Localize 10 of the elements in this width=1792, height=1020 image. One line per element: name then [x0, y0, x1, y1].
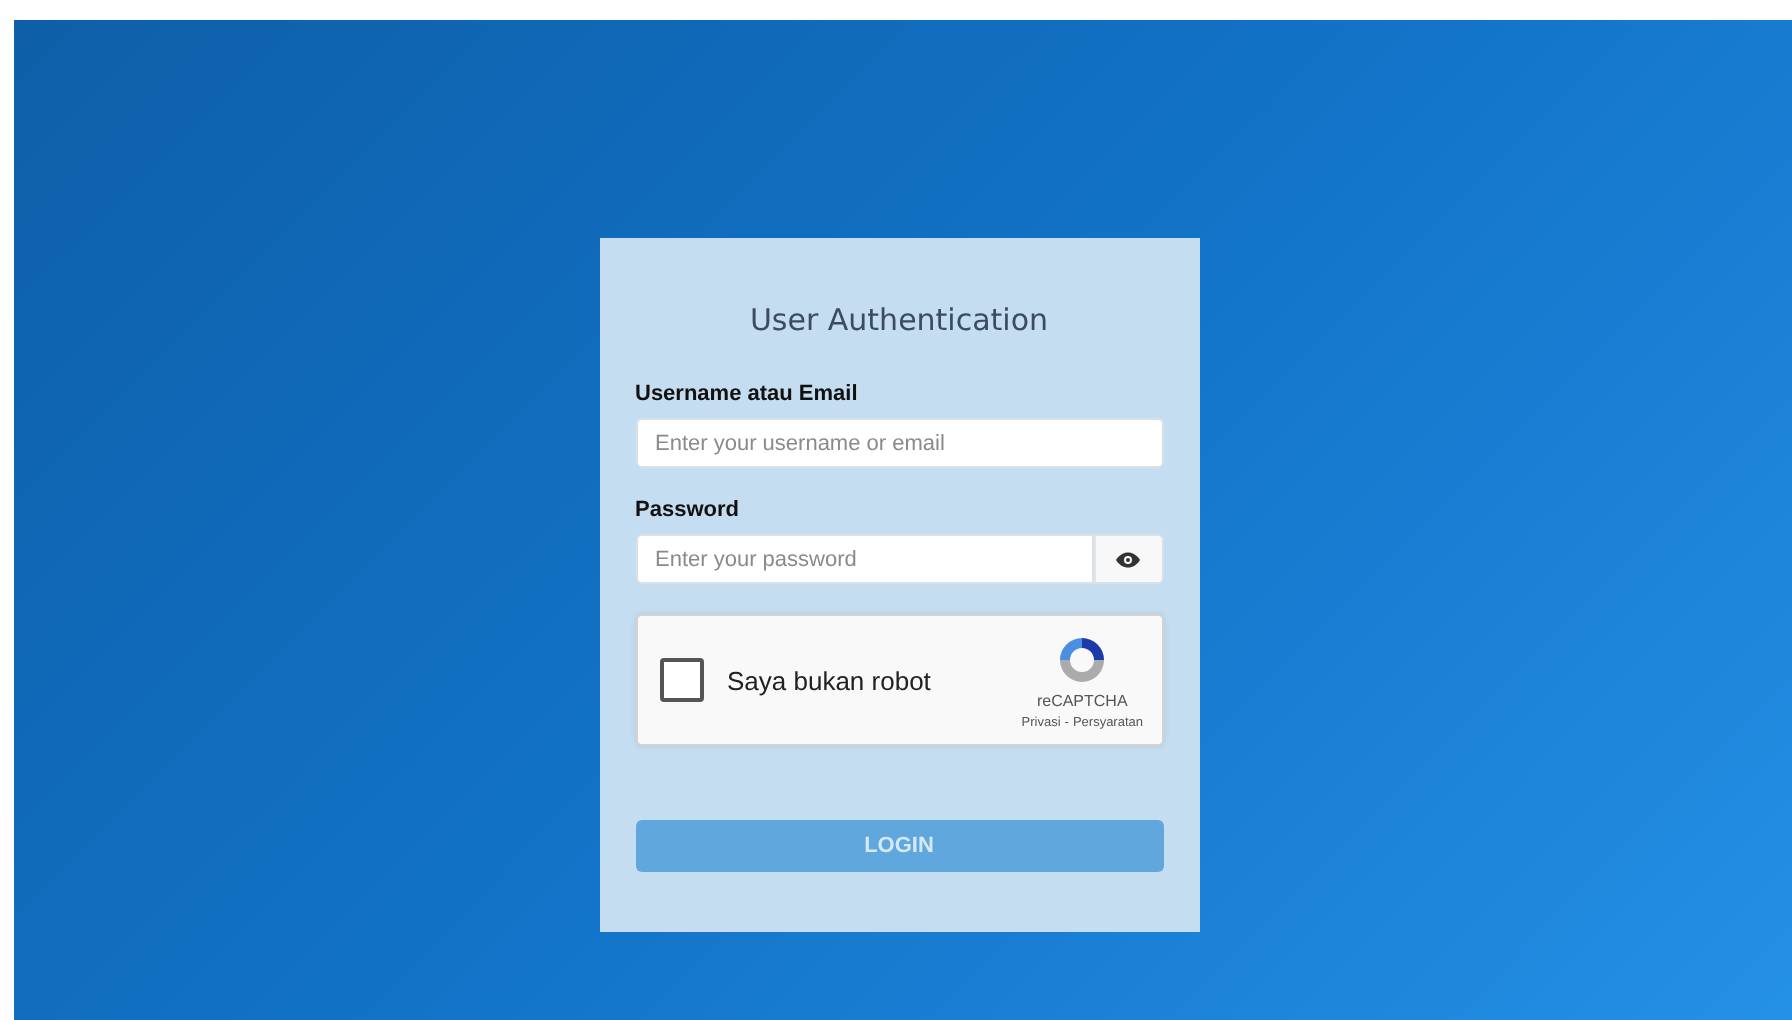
field-label: Password [635, 498, 741, 522]
recaptcha-brand: reCAPTCHA [1036, 691, 1128, 709]
card-title: User Authentication [747, 302, 1051, 338]
captcha-label: Saya bukan robot [727, 665, 933, 695]
captcha-checkbox[interactable] [659, 658, 703, 702]
show-password-button[interactable] [1093, 534, 1163, 584]
username-field[interactable]: Enter your username or email [635, 418, 1163, 468]
field-label: Username atau Email [635, 382, 860, 406]
password-field[interactable]: Enter your password [635, 534, 1093, 584]
eye-icon [1116, 551, 1140, 567]
